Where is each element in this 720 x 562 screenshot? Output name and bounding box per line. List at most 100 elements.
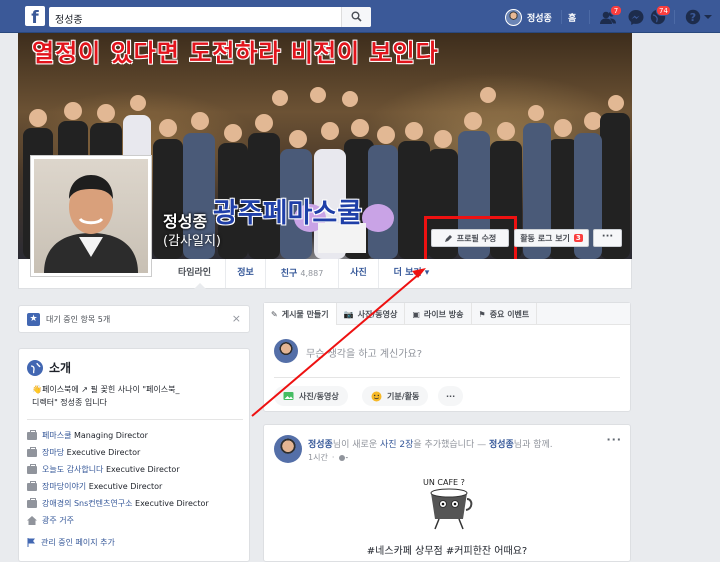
tagged-user-link[interactable]: 정성종	[489, 440, 514, 450]
button-label: 기분/활동	[387, 391, 420, 401]
hometown-link[interactable]: 광주 거주	[42, 515, 74, 526]
top-profile-link[interactable]: 정성종	[505, 8, 552, 26]
star-icon: ★	[27, 312, 40, 326]
post-author-link[interactable]: 정성종	[308, 440, 333, 450]
work-item: 장마당 Executive Director	[27, 444, 247, 461]
intro-header: 소개	[27, 359, 71, 376]
friend-count: 4,887	[300, 269, 324, 278]
divider	[274, 377, 620, 378]
workplace-link[interactable]: 오늘도 감사합니다	[42, 465, 103, 474]
avatar[interactable]	[274, 435, 302, 463]
tab-about[interactable]: 정보	[226, 259, 266, 288]
post-composer: ✎ 게시물 만들기 📷 사진/동영상 ▣ 라이브 방송 ⚑ 중요 이벤트 무슨 생각을 …	[263, 302, 631, 412]
photo-icon	[283, 392, 294, 400]
profile-name[interactable]: 정성종	[163, 208, 207, 232]
briefcase-icon	[27, 463, 37, 474]
briefcase-icon	[27, 497, 37, 508]
intro-card: 소개 👋페이스북에 ↗ 필 꽂힌 사나이 "페이스북_ 디렉터" 정성종 입니다…	[18, 348, 250, 562]
tab-label: 사진	[350, 268, 367, 278]
job-title: Executive Director	[103, 465, 180, 474]
job-title: Executive Director	[86, 482, 163, 491]
composer-tabs: ✎ 게시물 만들기 📷 사진/동영상 ▣ 라이브 방송 ⚑ 중요 이벤트	[264, 303, 630, 325]
post-image-text: UN CAFE ?	[423, 478, 465, 487]
workplace-link[interactable]: 강애경의 Sns컨텐츠연구소	[42, 499, 132, 508]
post-action-text: 님과 함께.	[513, 440, 553, 450]
photo-video-button[interactable]: 사진/동영상	[274, 386, 348, 406]
profile-photo	[34, 159, 148, 273]
home-item: 광주 거주	[27, 512, 247, 529]
active-tab-indicator	[194, 283, 206, 289]
avatar	[274, 339, 298, 363]
facebook-logo[interactable]: f	[25, 6, 45, 26]
privacy-settings-icon[interactable]	[338, 454, 349, 462]
top-user-name: 정성종	[527, 13, 552, 24]
post-action-text: 님이 새로운	[332, 440, 380, 450]
search-icon	[351, 11, 362, 22]
dropdown-icon[interactable]	[702, 7, 714, 27]
tab-label: 중요 이벤트	[489, 309, 530, 319]
photo-count-link[interactable]: 사진 2장	[380, 440, 413, 450]
person-portrait	[44, 175, 138, 273]
search-input[interactable]: 정성종	[49, 7, 371, 27]
briefcase-icon	[27, 429, 37, 440]
search-button[interactable]	[341, 7, 371, 27]
help-icon[interactable]: ?	[683, 7, 703, 27]
svg-text:?: ?	[690, 11, 696, 24]
more-options-button[interactable]: ···	[593, 229, 622, 247]
workplace-link[interactable]: 장마당이야기	[42, 482, 86, 491]
tab-more[interactable]: 더 보기 ▾	[379, 259, 444, 288]
notifications-badge: 74	[656, 5, 671, 16]
bio-line: 페이스북에 ↗ 필 꽂힌 사나이 "페이스북_	[41, 385, 180, 394]
messenger-icon[interactable]	[626, 7, 646, 27]
search-query: 정성종	[55, 15, 83, 26]
coffee-cup-drawing: UN CAFE ?	[423, 478, 473, 530]
flag-icon	[27, 538, 35, 547]
activity-log-button[interactable]: 활동 로그 보기 3	[514, 229, 589, 247]
pending-items-box[interactable]: ★ 대기 중인 항목 5개 ×	[18, 305, 250, 333]
divider	[674, 10, 675, 24]
home-link[interactable]: 홈	[568, 11, 576, 24]
divider	[589, 10, 590, 24]
profile-picture[interactable]	[30, 155, 152, 277]
feeling-activity-button[interactable]: 기분/활동	[362, 386, 429, 406]
briefcase-icon	[27, 480, 37, 491]
tab-label: 타임라인	[177, 268, 212, 278]
job-title: Managing Director	[71, 431, 148, 440]
flag-icon: ⚑	[478, 309, 486, 319]
chevron-down-icon: ▾	[424, 268, 430, 278]
post-timestamp[interactable]: 1시간 ·	[308, 452, 349, 463]
bio-line: 디렉터" 정성종 입니다	[32, 398, 108, 407]
tab-friends[interactable]: 친구 4,887	[266, 259, 339, 288]
tab-photo-video[interactable]: 📷 사진/동영상	[337, 303, 406, 325]
tab-photos[interactable]: 사진	[339, 259, 379, 288]
intro-bio: 👋페이스북에 ↗ 필 꽂힌 사나이 "페이스북_ 디렉터" 정성종 입니다	[32, 383, 242, 409]
video-camera-icon: ▣	[412, 309, 420, 319]
work-item: 강애경의 Sns컨텐츠연구소 Executive Director	[27, 495, 247, 512]
manage-pages-label: 관리 중인 페이지 추가	[41, 538, 115, 547]
more-composer-options-button[interactable]: ···	[438, 386, 464, 406]
workplace-link[interactable]: 장마당	[42, 448, 64, 457]
manage-pages-link[interactable]: 관리 중인 페이지 추가	[27, 537, 115, 548]
post-caption: #네스카페 상무점 #커피한잔 어때요?	[366, 546, 528, 557]
tab-live-video[interactable]: ▣ 라이브 방송	[405, 303, 472, 325]
intro-title: 소개	[49, 361, 72, 375]
work-item: 페마스쿨 Managing Director	[27, 427, 247, 444]
work-item: 장마당이야기 Executive Director	[27, 478, 247, 495]
pending-items-label: 대기 중인 항목 5개	[46, 314, 111, 324]
cover-overlay-text: 광주페마스쿨	[213, 198, 363, 229]
tab-create-post[interactable]: ✎ 게시물 만들기	[264, 303, 337, 325]
post-options-button[interactable]: ···	[606, 433, 622, 446]
divider	[27, 419, 243, 420]
globe-icon	[27, 359, 43, 376]
cover-banner-text: 열정이 있다면 도전하라 비전이 보인다	[32, 39, 439, 67]
tab-life-event[interactable]: ⚑ 중요 이벤트	[472, 303, 538, 325]
status-input[interactable]: 무슨 생각을 하고 계신가요?	[306, 345, 422, 360]
workplace-link[interactable]: 페마스쿨	[42, 431, 71, 440]
close-icon[interactable]: ×	[232, 312, 241, 325]
highlight-annotation-box	[424, 216, 517, 259]
smiley-icon	[371, 391, 382, 401]
camera-icon: 📷	[343, 309, 354, 319]
post-header: 정성종님이 새로운 사진 2장을 추가했습니다 — 정성종님과 함께.	[308, 437, 613, 450]
tab-label: 친구	[280, 269, 298, 279]
activity-log-label: 활동 로그 보기	[520, 233, 570, 243]
